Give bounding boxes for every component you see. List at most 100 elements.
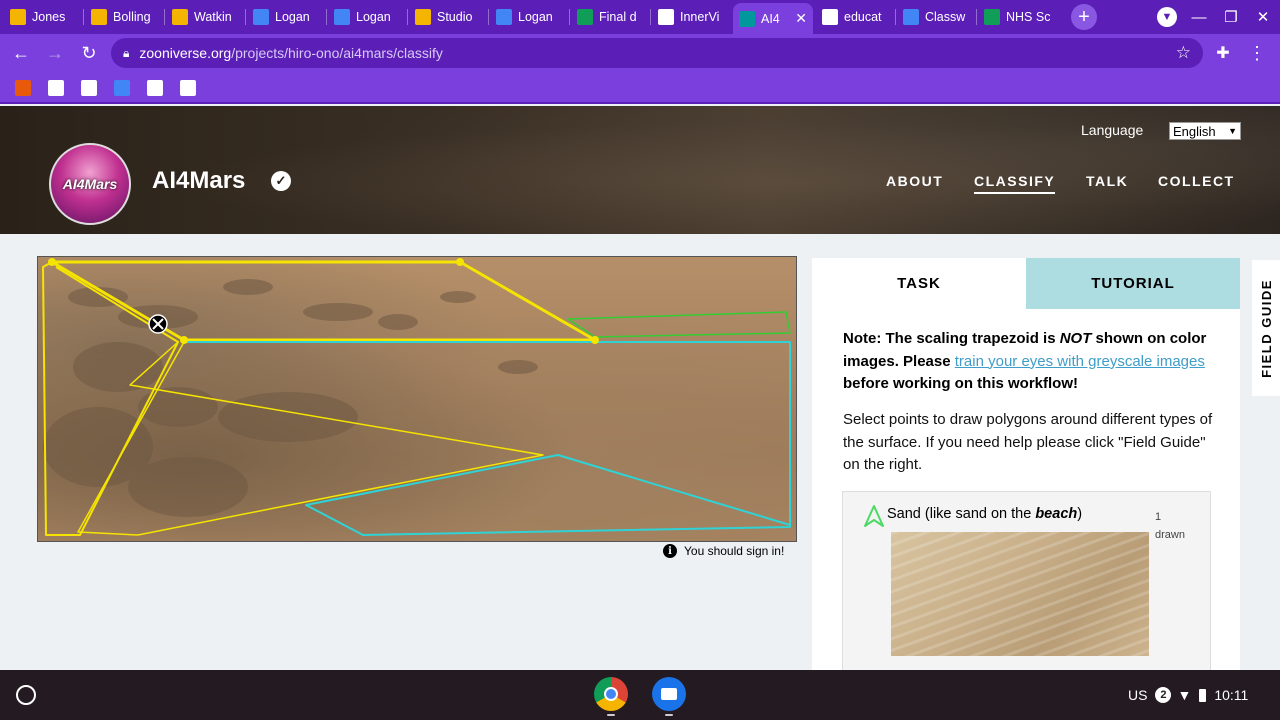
browser-tab[interactable]: educat (816, 3, 894, 31)
close-tab-icon[interactable]: ✕ (795, 10, 807, 27)
drive-icon[interactable] (147, 80, 163, 96)
browser-tab[interactable]: Final d (571, 3, 649, 31)
innerview-icon (658, 9, 674, 25)
url-path: /projects/hiro-ono/ai4mars/classify (231, 45, 443, 61)
browser-toolbar: ← → ↻ 🔒︎ zooniverse.org/projects/hiro-on… (0, 34, 1280, 72)
project-title[interactable]: AI4Mars (152, 167, 245, 195)
minimize-button[interactable]: — (1186, 4, 1212, 30)
zooniverse-icon (739, 10, 755, 27)
sand-example-image (891, 532, 1149, 656)
polygon-vertex[interactable] (180, 336, 188, 344)
note-emphasis: NOT (1059, 330, 1092, 347)
sign-in-text: You should sign in! (684, 544, 785, 558)
browser-tab[interactable]: Studio (409, 3, 487, 31)
bookmark-app-icon[interactable] (15, 80, 31, 96)
bookmark-red-icon[interactable] (180, 80, 196, 96)
browser-tab[interactable]: Jones (4, 3, 82, 31)
nav-about[interactable]: ABOUT (886, 173, 943, 189)
polygon-vertex[interactable] (456, 258, 464, 266)
browser-tab[interactable]: Watkin (166, 3, 244, 31)
tab-tutorial[interactable]: TUTORIAL (1026, 258, 1240, 309)
browser-tab[interactable]: Classw (897, 3, 975, 31)
greyscale-training-link[interactable]: train your eyes with greyscale images (955, 353, 1205, 370)
drawn-count-label: drawn (1155, 529, 1185, 541)
tool-label-suffix: ) (1077, 506, 1083, 522)
browser-tab[interactable]: Logan (490, 3, 568, 31)
files-icon[interactable] (652, 677, 686, 711)
chrome-icon[interactable] (594, 677, 628, 711)
tab-title: Bolling (113, 10, 151, 24)
reload-button[interactable]: ↻ (76, 40, 102, 66)
tab-title: educat (844, 10, 882, 24)
browser-tab[interactable]: InnerVi (652, 3, 730, 31)
note-text-3: before working on this workflow! (843, 375, 1079, 392)
tab-separator (245, 9, 246, 25)
tab-separator (650, 9, 651, 25)
language-select[interactable]: English ▼ (1169, 122, 1241, 140)
gmail-icon[interactable] (81, 80, 97, 96)
photos-icon[interactable] (48, 80, 64, 96)
forward-button[interactable]: → (42, 40, 68, 66)
task-panel: TASK TUTORIAL Note: The scaling trapezoi… (812, 258, 1240, 670)
slides-icon (172, 9, 188, 25)
sign-in-notice[interactable]: i You should sign in! (663, 544, 784, 558)
field-guide-tab[interactable]: FIELD GUIDE (1252, 260, 1280, 396)
tab-separator (569, 9, 570, 25)
close-window-button[interactable]: ✕ (1250, 4, 1276, 30)
tab-title: InnerVi (680, 10, 720, 24)
browser-tab[interactable]: NHS Sc (978, 3, 1056, 31)
verified-check-icon: ✓ (271, 171, 291, 191)
menu-icon[interactable]: ⋮ (1244, 40, 1270, 66)
slides-icon (10, 9, 26, 25)
maximize-button[interactable]: ❐ (1218, 4, 1244, 30)
app-running-indicator (607, 714, 615, 716)
rock-texture (43, 279, 538, 517)
tab-separator (83, 9, 84, 25)
url-host: zooniverse.org (139, 45, 232, 61)
docs-icon (253, 9, 269, 25)
tab-search-button[interactable]: ▼ (1155, 4, 1179, 30)
browser-tab[interactable]: Logan (247, 3, 325, 31)
new-tab-button[interactable]: + (1071, 4, 1097, 30)
system-tray[interactable]: US 2 ▼ 10:11 (1128, 679, 1272, 711)
browser-tab[interactable]: AI4 ✕ (733, 3, 813, 34)
google-icon (822, 9, 838, 25)
tab-separator (976, 9, 977, 25)
extensions-icon[interactable]: ✚ (1210, 40, 1236, 66)
sheets-icon (984, 9, 1000, 25)
tool-label-emphasis: beach (1035, 506, 1078, 522)
browser-tab[interactable]: Bolling (85, 3, 163, 31)
polygon-yellow-main[interactable] (51, 260, 597, 342)
address-bar[interactable]: 🔒︎ zooniverse.org/projects/hiro-ono/ai4m… (111, 38, 1203, 68)
polygon-green[interactable] (567, 311, 791, 338)
nav-classify[interactable]: CLASSIFY (974, 173, 1056, 194)
subject-image[interactable] (37, 256, 797, 542)
docs-icon (496, 9, 512, 25)
launcher-icon[interactable] (16, 685, 36, 705)
tab-separator (895, 9, 896, 25)
wifi-icon: ▼ (1177, 687, 1192, 703)
drawing-layer[interactable] (38, 257, 797, 542)
classroom-icon (903, 9, 919, 25)
back-button[interactable]: ← (8, 40, 34, 66)
docs-icon[interactable] (114, 80, 130, 96)
chevron-down-icon: ▼ (1228, 126, 1237, 136)
tool-label-prefix: Sand (like sand on the (887, 506, 1036, 522)
polygon-vertex[interactable] (48, 258, 56, 266)
project-avatar[interactable]: AI4Mars (49, 143, 131, 225)
zooniverse-page: AI4Mars AI4Mars ✓ Language English ▼ ABO… (0, 106, 1280, 670)
delete-mark-icon[interactable] (148, 314, 168, 334)
note-text-1: Note: The scaling trapezoid is (843, 330, 1060, 347)
os-shelf: US 2 ▼ 10:11 (0, 670, 1280, 720)
language-select-value: English (1173, 123, 1216, 139)
polygon-tool-icon (864, 505, 884, 527)
nav-collect[interactable]: COLLECT (1158, 173, 1235, 189)
slides-icon (91, 9, 107, 25)
browser-tab[interactable]: Logan (328, 3, 406, 31)
nav-talk[interactable]: TALK (1086, 173, 1128, 189)
tool-option-sand[interactable]: Sand (like sand on the beach) 1 drawn (842, 491, 1211, 670)
tab-title: Final d (599, 10, 637, 24)
tab-task[interactable]: TASK (812, 258, 1026, 309)
bookmark-star-icon[interactable]: ☆ (1176, 43, 1191, 63)
polygon-vertex[interactable] (591, 336, 599, 344)
